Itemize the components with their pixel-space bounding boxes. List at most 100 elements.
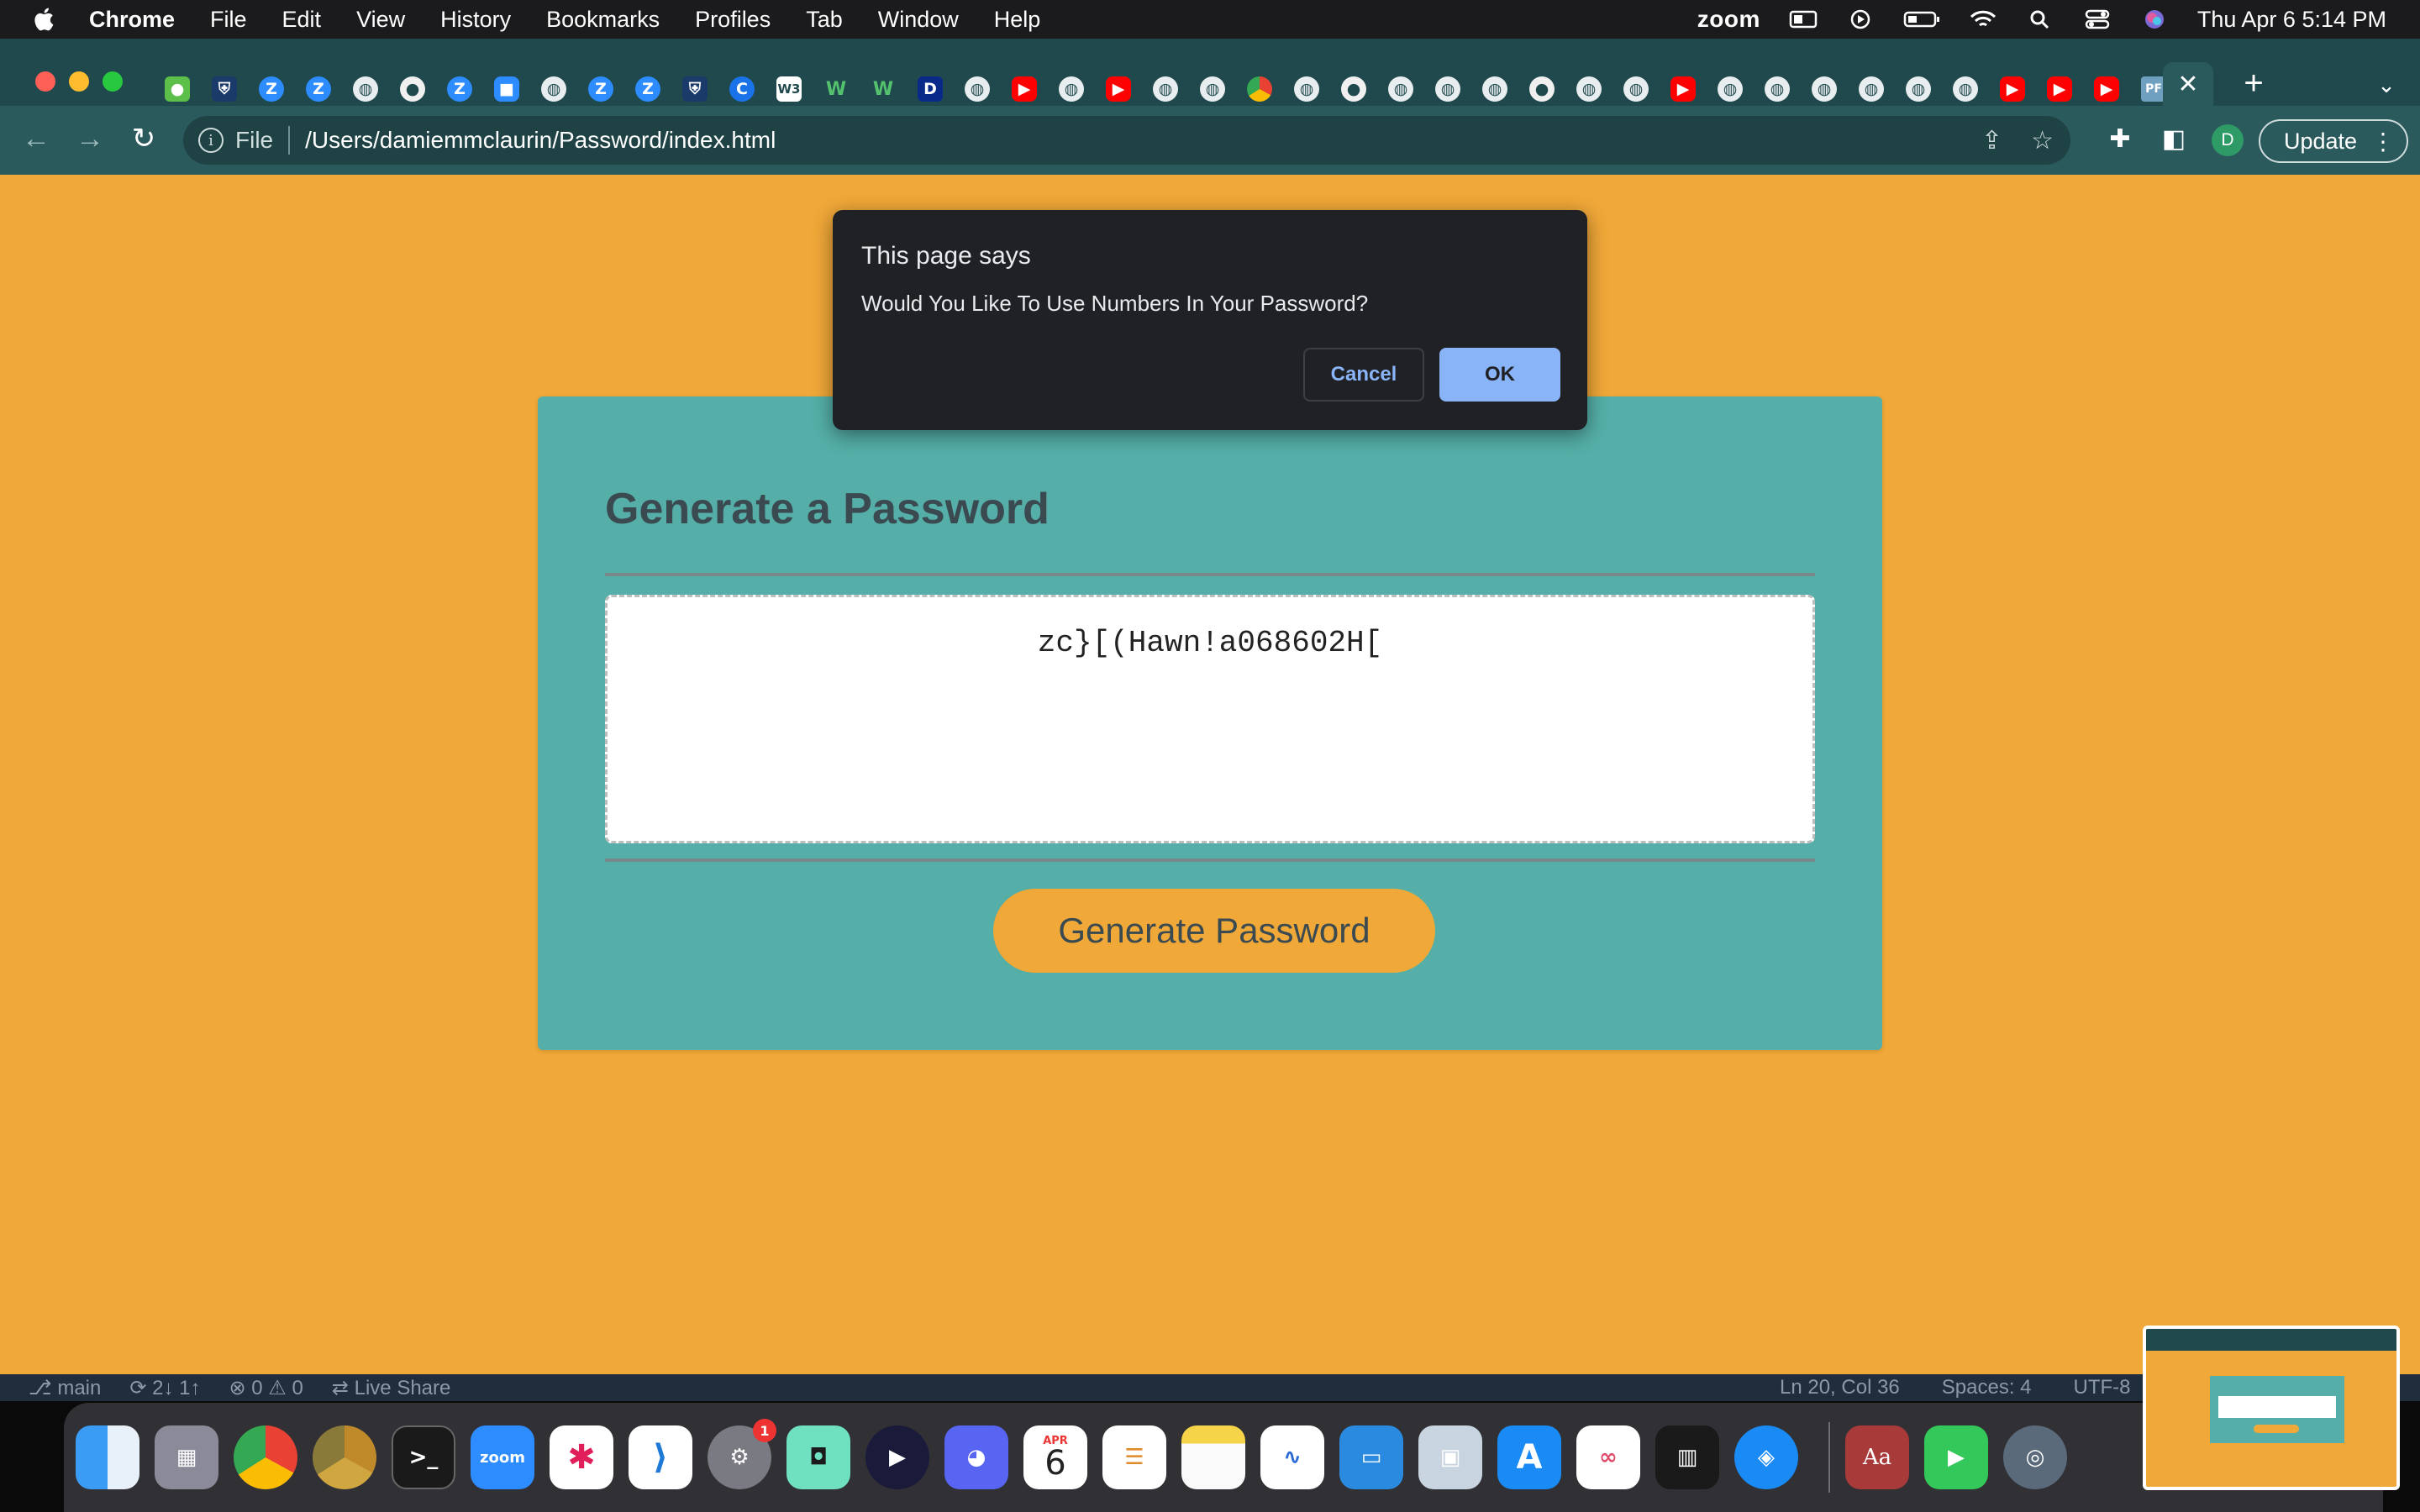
indentation[interactable]: Spaces: 4 <box>1942 1376 2032 1399</box>
bookmark-star-icon[interactable]: ☆ <box>2031 126 2054 155</box>
tab-globe-icon[interactable]: ◍ <box>1859 76 1884 102</box>
notes-icon[interactable] <box>1181 1425 1245 1489</box>
git-sync[interactable]: ⟳ 2↓ 1↑ <box>129 1376 200 1400</box>
tab-globe-icon[interactable]: ◍ <box>1059 76 1084 102</box>
siri-icon[interactable] <box>2140 8 2169 30</box>
tab-globe-icon[interactable]: ◍ <box>541 76 566 102</box>
tab-youtube-icon[interactable]: ▶ <box>2047 76 2072 102</box>
tab-zoom-icon[interactable]: Z <box>635 76 660 102</box>
git-branch[interactable]: ⎇ main <box>29 1376 101 1400</box>
safari-icon[interactable]: ◈ <box>1734 1425 1798 1489</box>
calendar-icon[interactable]: APR 6 <box>1023 1425 1087 1489</box>
tab-chrome-icon[interactable] <box>1247 76 1272 102</box>
tab-zoom-icon[interactable]: Z <box>306 76 331 102</box>
tab-w3-icon[interactable]: W3 <box>776 76 802 102</box>
discord-icon[interactable]: ◕ <box>944 1425 1008 1489</box>
dictionary-icon[interactable]: Aa <box>1845 1425 1909 1489</box>
tab-youtube-icon[interactable]: ▶ <box>1106 76 1131 102</box>
share-icon[interactable]: ⇪ <box>1981 126 2002 155</box>
control-center-icon[interactable] <box>2083 8 2112 30</box>
window-close-button[interactable] <box>35 71 55 92</box>
tab-globe-icon[interactable]: ◍ <box>1623 76 1649 102</box>
zoom-status-item[interactable]: zoom <box>1697 6 1760 33</box>
tab-globe-icon[interactable]: ◍ <box>1435 76 1460 102</box>
system-settings-icon[interactable]: ⚙ 1 <box>708 1419 776 1489</box>
facetime-icon[interactable]: ▶ <box>1924 1425 1988 1489</box>
dialog-cancel-button[interactable]: Cancel <box>1303 348 1424 402</box>
launchpad-icon[interactable]: ▦ <box>155 1425 218 1489</box>
tab-globe-icon[interactable]: ◍ <box>1294 76 1319 102</box>
tab-globe-icon[interactable]: ◍ <box>1953 76 1978 102</box>
tab-globe-icon[interactable]: ◍ <box>965 76 990 102</box>
screenshot-thumbnail-preview[interactable] <box>2143 1326 2400 1490</box>
tab-youtube-icon[interactable]: ▶ <box>2094 76 2119 102</box>
wifi-icon[interactable] <box>1969 8 1997 30</box>
link-app-icon[interactable]: ∞ <box>1576 1425 1640 1489</box>
menu-edit[interactable]: Edit <box>282 7 322 33</box>
tab-globe-icon[interactable]: ◍ <box>353 76 378 102</box>
menu-app-name[interactable]: Chrome <box>89 7 175 33</box>
display-icon[interactable] <box>1789 8 1818 30</box>
tab-globe-icon[interactable]: ◍ <box>1388 76 1413 102</box>
menu-history[interactable]: History <box>440 7 511 33</box>
tab-shield-icon[interactable]: ⛨ <box>682 76 708 102</box>
tab-globe-icon[interactable]: ◍ <box>1765 76 1790 102</box>
freeform-icon[interactable]: ∿ <box>1260 1425 1324 1489</box>
tab-youtube-icon[interactable]: ▶ <box>1012 76 1037 102</box>
slack-icon[interactable]: ✱ <box>550 1425 613 1489</box>
zoom-app-icon[interactable]: zoom <box>471 1425 534 1489</box>
menu-profiles[interactable]: Profiles <box>695 7 771 33</box>
tab-globe-icon[interactable]: ◍ <box>1482 76 1507 102</box>
reminders-icon[interactable]: ☰ <box>1102 1425 1166 1489</box>
problems-count[interactable]: ⊗ 0 ⚠ 0 <box>229 1376 303 1400</box>
window-minimize-button[interactable] <box>69 71 89 92</box>
tab-globe-icon[interactable]: ◍ <box>1576 76 1602 102</box>
media-player-icon[interactable]: ▶ <box>865 1425 929 1489</box>
more-menu-icon[interactable]: ⋮ <box>2371 128 2395 155</box>
piano-icon[interactable]: ▥ <box>1655 1425 1719 1489</box>
tab-d-icon[interactable]: D <box>918 76 943 102</box>
terminal-icon[interactable]: >_ <box>392 1425 455 1489</box>
profile-avatar[interactable]: D <box>2212 124 2244 156</box>
live-share[interactable]: ⇄ Live Share <box>332 1376 451 1400</box>
update-button[interactable]: Update ⋮ <box>2259 119 2408 163</box>
tab-shield-icon[interactable]: ⛨ <box>212 76 237 102</box>
cursor-position[interactable]: Ln 20, Col 36 <box>1780 1376 1900 1399</box>
side-panel-icon[interactable]: ◧ <box>2153 118 2195 160</box>
keynote-icon[interactable]: ▭ <box>1339 1425 1403 1489</box>
tab-globe-icon[interactable]: ◍ <box>1812 76 1837 102</box>
tab-youtube-icon[interactable]: ▶ <box>2000 76 2025 102</box>
tab-frog-icon[interactable]: ● <box>165 76 190 102</box>
tab-zoom-icon[interactable]: Z <box>259 76 284 102</box>
preview-icon[interactable]: ▣ <box>1418 1425 1482 1489</box>
play-circle-icon[interactable] <box>1846 8 1875 30</box>
tab-w-icon[interactable]: W <box>871 76 896 102</box>
dialog-ok-button[interactable]: OK <box>1439 348 1560 402</box>
menu-window[interactable]: Window <box>878 7 959 33</box>
address-bar[interactable]: i File /Users/damiemmclaurin/Password/in… <box>183 116 2070 165</box>
menu-tab[interactable]: Tab <box>806 7 843 33</box>
tab-github-icon[interactable]: ● <box>400 76 425 102</box>
tab-youtube-icon[interactable]: ▶ <box>1670 76 1696 102</box>
active-tab-close-button[interactable]: ✕ <box>2163 62 2213 106</box>
menubar-clock[interactable]: Thu Apr 6 5:14 PM <box>2197 7 2386 33</box>
reload-icon[interactable]: ↻ <box>123 118 165 160</box>
new-tab-button[interactable]: + <box>2235 62 2272 104</box>
app-store-icon[interactable]: A <box>1497 1425 1561 1489</box>
menu-bookmarks[interactable]: Bookmarks <box>546 7 660 33</box>
spotlight-search-icon[interactable] <box>2026 8 2054 30</box>
chrome-dev-icon[interactable] <box>313 1425 376 1489</box>
tab-w-icon[interactable]: W <box>823 76 849 102</box>
battery-icon[interactable] <box>1903 8 1940 30</box>
tab-globe-icon[interactable]: ◍ <box>1718 76 1743 102</box>
tab-globe-icon[interactable]: ◍ <box>1906 76 1931 102</box>
tab-github-icon[interactable]: ● <box>1341 76 1366 102</box>
menu-file[interactable]: File <box>210 7 247 33</box>
finder-icon[interactable] <box>76 1425 139 1489</box>
window-fullscreen-button[interactable] <box>103 71 123 92</box>
password-textarea[interactable]: zc}[(Hawn!a068602H[ <box>605 595 1815 843</box>
tab-globe-icon[interactable]: ◍ <box>1153 76 1178 102</box>
tab-github-icon[interactable]: ● <box>1529 76 1555 102</box>
tab-zoom-icon[interactable]: Z <box>588 76 613 102</box>
menu-view[interactable]: View <box>356 7 405 33</box>
